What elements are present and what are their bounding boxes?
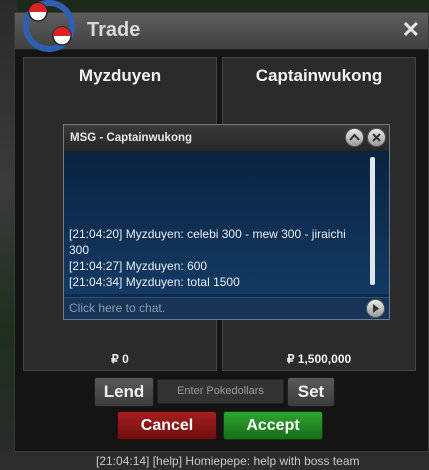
left-money: ₽ 0 (111, 352, 129, 366)
chat-message: [21:04:34] Myzduyen: total 1500 (69, 275, 240, 289)
close-icon[interactable]: ✕ (402, 17, 420, 43)
chat-messages: [21:04:20] Myzduyen: celebi 300 - mew 30… (69, 226, 353, 290)
send-button[interactable] (366, 299, 385, 318)
chat-message: [21:04:20] Myzduyen: celebi 300 - mew 30… (69, 227, 346, 257)
left-player-name: Myzduyen (78, 66, 162, 85)
background-chat-line: [21:04:14] [help] Homiepepe: help with b… (0, 452, 429, 470)
close-icon (372, 133, 381, 142)
chat-title-bar[interactable]: MSG - Captainwukong (64, 125, 389, 151)
chevron-up-icon (349, 133, 360, 141)
play-arrow-icon (373, 304, 379, 313)
chat-message: [21:04:27] Myzduyen: 600 (69, 259, 208, 273)
chat-title: MSG - Captainwukong (70, 132, 193, 144)
pokeball-logo-icon (23, 0, 75, 52)
accept-button[interactable]: Accept (223, 411, 323, 440)
chat-collapse-button[interactable] (345, 128, 364, 147)
lend-button[interactable]: Lend (94, 377, 154, 407)
trade-window: Trade ✕ Myzduyen ₽ 0 Captainwukong ₽ 1,5… (14, 12, 429, 452)
right-player-name: Captainwukong (255, 66, 383, 85)
cancel-button[interactable]: Cancel (117, 411, 217, 440)
window-title: Trade (87, 19, 141, 41)
chat-log: [21:04:20] Myzduyen: celebi 300 - mew 30… (64, 151, 389, 294)
set-button[interactable]: Set (287, 377, 335, 407)
private-message-window: MSG - Captainwukong [21:04:20] Myzduyen:… (63, 124, 390, 320)
chat-close-button[interactable] (367, 128, 386, 147)
chat-input-placeholder: Click here to chat. (69, 301, 166, 315)
chat-scrollbar[interactable] (370, 157, 375, 285)
pokedollar-input[interactable]: Enter Pokedollars (157, 379, 284, 404)
right-money: ₽ 1,500,000 (286, 352, 352, 366)
chat-input[interactable]: Click here to chat. (64, 297, 389, 319)
